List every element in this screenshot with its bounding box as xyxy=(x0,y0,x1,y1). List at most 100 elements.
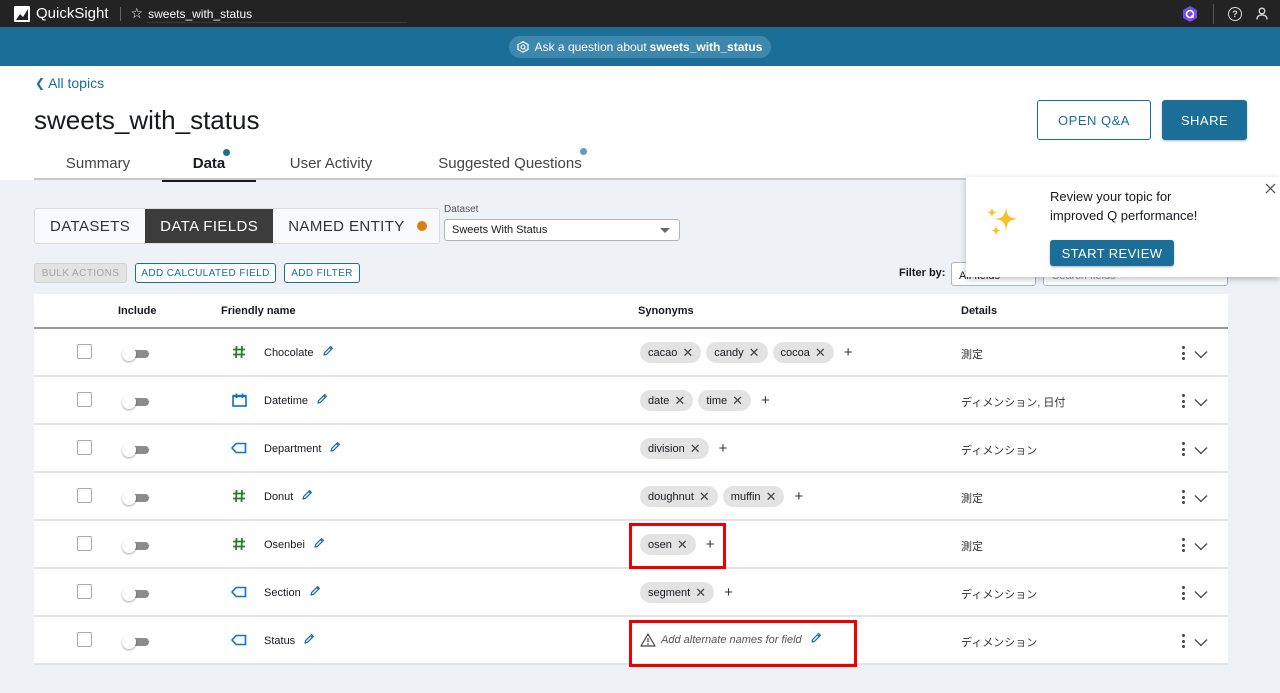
field-name-label: Chocolate xyxy=(264,346,314,359)
dataset-label: Dataset xyxy=(444,204,479,215)
segment-datasets[interactable]: DATASETS xyxy=(35,209,145,243)
add-synonym-button[interactable]: + xyxy=(719,440,728,457)
remove-synonym-icon[interactable]: ✕ xyxy=(766,490,777,503)
edit-name-icon[interactable] xyxy=(301,489,313,504)
remove-synonym-icon[interactable]: ✕ xyxy=(695,586,706,599)
more-options-icon[interactable] xyxy=(1178,488,1188,506)
row-checkbox[interactable] xyxy=(77,344,92,359)
add-alternate-names[interactable]: Add alternate names for field xyxy=(640,632,822,647)
row-checkbox[interactable] xyxy=(77,440,92,455)
dataset-select[interactable]: Sweets With Status xyxy=(444,219,680,241)
chevron-down-icon[interactable] xyxy=(1194,346,1208,364)
user-icon[interactable] xyxy=(1256,7,1268,20)
open-qa-button[interactable]: OPEN Q&A xyxy=(1037,100,1151,140)
field-details: ディメンション xyxy=(961,445,1038,457)
caret-down-icon xyxy=(660,228,670,233)
field-name-label: Donut xyxy=(264,490,294,503)
include-toggle[interactable] xyxy=(122,347,150,361)
review-topic-popover: Review your topic for improved Q perform… xyxy=(966,177,1280,277)
dimension-type-icon xyxy=(231,440,247,456)
synonym-label: osen xyxy=(648,538,672,551)
friendly-name: Status xyxy=(264,633,315,648)
chevron-down-icon[interactable] xyxy=(1194,586,1208,604)
field-name-label: Status xyxy=(264,634,296,647)
add-synonym-button[interactable]: + xyxy=(706,536,715,553)
segment-named-entity-label: NAMED ENTITY xyxy=(288,217,405,235)
toggle-knob xyxy=(122,539,136,553)
remove-synonym-icon[interactable]: ✕ xyxy=(682,346,693,359)
edit-name-icon[interactable] xyxy=(303,633,315,648)
include-toggle[interactable] xyxy=(122,539,150,553)
edit-name-icon[interactable] xyxy=(329,441,341,456)
add-synonym-button[interactable]: + xyxy=(724,584,733,601)
synonym-label: time xyxy=(706,394,728,407)
row-checkbox[interactable] xyxy=(77,584,92,599)
include-toggle[interactable] xyxy=(122,635,150,649)
row-checkbox[interactable] xyxy=(77,488,92,503)
ask-question-button[interactable]: Ask a question about sweets_with_status xyxy=(508,35,772,58)
add-calculated-field-button[interactable]: ADD CALCULATED FIELD xyxy=(135,263,276,283)
remove-synonym-icon[interactable]: ✕ xyxy=(815,346,826,359)
edit-name-icon[interactable] xyxy=(313,537,325,552)
row-checkbox[interactable] xyxy=(77,632,92,647)
all-topics-link[interactable]: ❮ All topics xyxy=(35,75,104,91)
synonym-chip: date ✕ xyxy=(640,390,694,411)
row-checkbox[interactable] xyxy=(77,392,92,407)
topbar-divider-right xyxy=(1213,3,1214,24)
include-toggle[interactable] xyxy=(122,443,150,457)
remove-synonym-icon[interactable]: ✕ xyxy=(749,346,760,359)
chevron-down-icon[interactable] xyxy=(1194,394,1208,412)
add-synonym-button[interactable]: + xyxy=(761,392,770,409)
app-logo[interactable]: QuickSight xyxy=(14,5,109,22)
chevron-down-icon[interactable] xyxy=(1194,538,1208,556)
add-filter-button[interactable]: ADD FILTER xyxy=(284,263,360,283)
chevron-down-icon[interactable] xyxy=(1194,490,1208,508)
start-review-button[interactable]: START REVIEW xyxy=(1050,240,1174,266)
share-button[interactable]: SHARE xyxy=(1162,100,1247,140)
close-icon[interactable] xyxy=(1265,183,1276,194)
segment-data-fields[interactable]: DATA FIELDS xyxy=(145,209,274,243)
add-synonym-button[interactable]: + xyxy=(844,344,853,361)
tab-suggested-questions[interactable]: Suggested Questions xyxy=(406,146,614,180)
edit-synonyms-icon[interactable] xyxy=(810,632,822,647)
chevron-down-icon[interactable] xyxy=(1194,442,1208,460)
tab-summary[interactable]: Summary xyxy=(34,146,162,180)
tab-user-activity[interactable]: User Activity xyxy=(256,146,406,180)
tab-data[interactable]: Data xyxy=(162,146,256,182)
topic-header: ❮ All topics sweets_with_status OPEN Q&A… xyxy=(0,66,1280,182)
more-options-icon[interactable] xyxy=(1178,584,1188,602)
q-hexagon-icon[interactable] xyxy=(1181,5,1199,23)
edit-name-icon[interactable] xyxy=(322,345,334,360)
star-icon[interactable]: ☆ xyxy=(131,5,144,22)
more-options-icon[interactable] xyxy=(1178,392,1188,410)
more-options-icon[interactable] xyxy=(1178,344,1188,362)
column-friendly-name[interactable]: Friendly name xyxy=(221,305,296,317)
more-options-icon[interactable] xyxy=(1178,440,1188,458)
include-toggle[interactable] xyxy=(122,587,150,601)
chevron-down-icon[interactable] xyxy=(1194,634,1208,652)
column-include[interactable]: Include xyxy=(118,305,157,317)
synonym-label: segment xyxy=(648,586,691,599)
field-details: 測定 xyxy=(961,541,983,553)
topic-name[interactable]: sweets_with_status xyxy=(148,7,252,21)
remove-synonym-icon[interactable]: ✕ xyxy=(674,394,685,407)
bulk-actions-button[interactable]: BULK ACTIONS xyxy=(34,263,127,283)
dimension-type-icon xyxy=(231,632,247,648)
edit-name-icon[interactable] xyxy=(309,585,321,600)
synonym-label: cacao xyxy=(648,346,678,359)
add-synonym-button[interactable]: + xyxy=(794,488,803,505)
more-options-icon[interactable] xyxy=(1178,536,1188,554)
remove-synonym-icon[interactable]: ✕ xyxy=(690,442,701,455)
row-checkbox[interactable] xyxy=(77,536,92,551)
more-options-icon[interactable] xyxy=(1178,632,1188,650)
remove-synonym-icon[interactable]: ✕ xyxy=(677,538,688,551)
include-toggle[interactable] xyxy=(122,491,150,505)
segment-named-entity[interactable]: NAMED ENTITY xyxy=(273,209,438,243)
help-icon[interactable]: ? xyxy=(1228,6,1242,21)
remove-synonym-icon[interactable]: ✕ xyxy=(732,394,743,407)
table-row: Status Add alternate names for field ディメ… xyxy=(34,617,1228,665)
synonym-label: division xyxy=(648,442,685,455)
edit-name-icon[interactable] xyxy=(316,393,328,408)
remove-synonym-icon[interactable]: ✕ xyxy=(699,490,710,503)
include-toggle[interactable] xyxy=(122,395,150,409)
